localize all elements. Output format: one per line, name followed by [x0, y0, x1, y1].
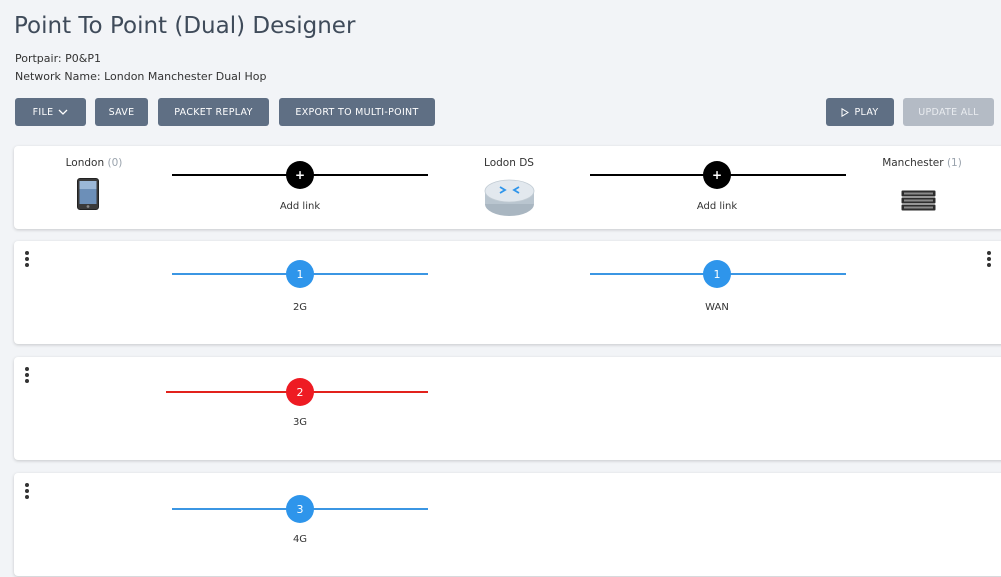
- node-label-london: London (0): [66, 157, 123, 169]
- server-rack-icon[interactable]: [901, 190, 936, 212]
- network-name-label: Network Name: London Manchester Dual Hop: [15, 70, 267, 83]
- link-count-badge-3g[interactable]: 2: [286, 378, 314, 406]
- link-count-badge-2g[interactable]: 1: [286, 260, 314, 288]
- row-menu-icon[interactable]: [25, 367, 29, 383]
- add-link-button-right[interactable]: +: [703, 161, 731, 189]
- link-label-wan: WAN: [705, 302, 729, 313]
- node-name-lodon-ds: Lodon DS: [484, 157, 534, 169]
- link-label-3g: 3G: [292, 417, 308, 428]
- link-row: 3 4G: [14, 473, 1001, 576]
- chevron-down-icon: [58, 109, 68, 115]
- link-label-2g: 2G: [292, 302, 308, 313]
- node-count-manchester: (1): [946, 157, 962, 169]
- node-label-lodon-ds: Lodon DS: [484, 157, 534, 169]
- link-row: 1 2G 1 WAN: [14, 241, 1001, 344]
- play-icon: [841, 107, 850, 117]
- add-link-label-right[interactable]: Add link: [697, 201, 737, 212]
- file-menu-button[interactable]: FILE: [15, 98, 86, 126]
- node-name-manchester: Manchester: [882, 157, 944, 169]
- row-menu-icon[interactable]: [25, 483, 29, 499]
- node-count-london: (0): [107, 157, 123, 169]
- add-link-button-left[interactable]: +: [286, 161, 314, 189]
- mobile-phone-icon[interactable]: [77, 178, 99, 210]
- export-to-multipoint-button[interactable]: EXPORT TO MULTI-POINT: [279, 98, 435, 126]
- add-link-label-left[interactable]: Add link: [280, 201, 320, 212]
- play-button[interactable]: PLAY: [826, 98, 894, 126]
- file-menu-label: FILE: [32, 106, 54, 118]
- link-row: 2 3G: [14, 357, 1001, 460]
- link-count-badge-wan[interactable]: 1: [703, 260, 731, 288]
- plus-icon: +: [711, 168, 723, 182]
- row-menu-icon[interactable]: [25, 251, 29, 267]
- update-all-button[interactable]: UPDATE ALL: [903, 98, 994, 126]
- row-menu-icon-right[interactable]: [987, 251, 991, 267]
- node-label-manchester: Manchester (1): [882, 157, 962, 169]
- save-button[interactable]: SAVE: [95, 98, 148, 126]
- router-icon[interactable]: [484, 179, 535, 217]
- page-title: Point To Point (Dual) Designer: [14, 13, 356, 39]
- node-name-london: London: [65, 157, 105, 169]
- link-label-4g: 4G: [292, 534, 308, 545]
- packet-replay-button[interactable]: PACKET REPLAY: [158, 98, 269, 126]
- topology-card: London (0) + Add link Lodon DS + Add lin…: [14, 146, 1001, 229]
- link-count-badge-4g[interactable]: 3: [286, 495, 314, 523]
- play-label: PLAY: [854, 106, 879, 118]
- plus-icon: +: [294, 168, 306, 182]
- portpair-label: Portpair: P0&P1: [15, 52, 101, 65]
